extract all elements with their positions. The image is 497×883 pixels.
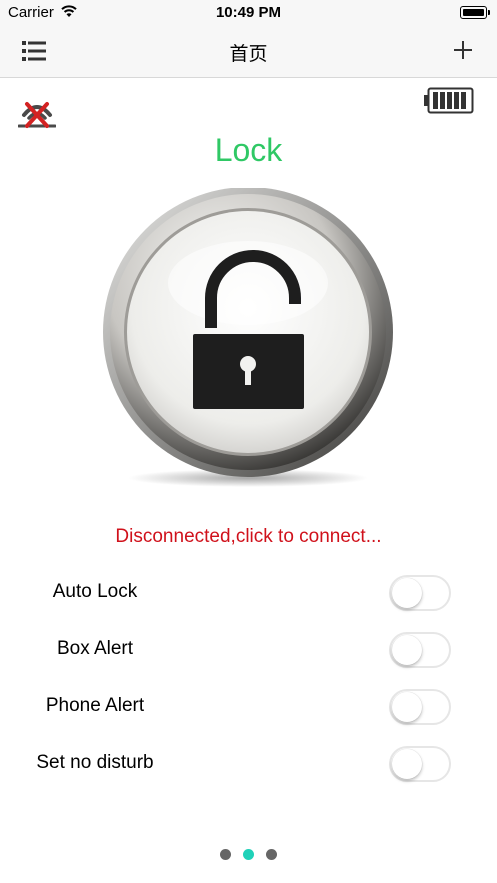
setting-row-no-disturb: Set no disturb bbox=[0, 744, 497, 784]
connection-status-message[interactable]: Disconnected,click to connect... bbox=[0, 526, 497, 548]
phone-alert-toggle[interactable] bbox=[389, 689, 451, 725]
setting-row-phone-alert: Phone Alert bbox=[0, 687, 497, 727]
toggle-knob bbox=[392, 635, 422, 665]
auto-lock-toggle[interactable] bbox=[389, 575, 451, 611]
battery-status-icon bbox=[460, 6, 490, 19]
setting-label: Auto Lock bbox=[52, 581, 138, 602]
toggle-knob bbox=[392, 692, 422, 722]
toggle-knob bbox=[392, 578, 422, 608]
setting-label: Phone Alert bbox=[45, 695, 145, 716]
no-disturb-toggle[interactable] bbox=[389, 746, 451, 782]
setting-row-box-alert: Box Alert bbox=[0, 630, 497, 670]
box-alert-toggle[interactable] bbox=[389, 632, 451, 668]
status-bar: Carrier 10:49 PM bbox=[0, 0, 497, 26]
battery-full-icon bbox=[424, 87, 474, 114]
toggle-knob bbox=[392, 749, 422, 779]
setting-label: Box Alert bbox=[56, 638, 134, 659]
bluetooth-disconnected-icon[interactable] bbox=[18, 96, 56, 130]
status-time: 10:49 PM bbox=[215, 4, 282, 21]
setting-row-auto-lock: Auto Lock bbox=[0, 573, 497, 613]
plus-icon[interactable] bbox=[451, 38, 475, 62]
lock-title: Lock bbox=[214, 132, 283, 168]
lock-toggle-button[interactable] bbox=[102, 188, 394, 488]
setting-label: Set no disturb bbox=[36, 752, 154, 773]
page-title: 首页 bbox=[229, 43, 268, 65]
page-dot-2[interactable] bbox=[243, 849, 254, 860]
page-dot-3[interactable] bbox=[266, 849, 277, 860]
page-indicator bbox=[0, 847, 497, 865]
page-dot-1[interactable] bbox=[220, 849, 231, 860]
navigation-bar: 首页 bbox=[0, 26, 497, 78]
